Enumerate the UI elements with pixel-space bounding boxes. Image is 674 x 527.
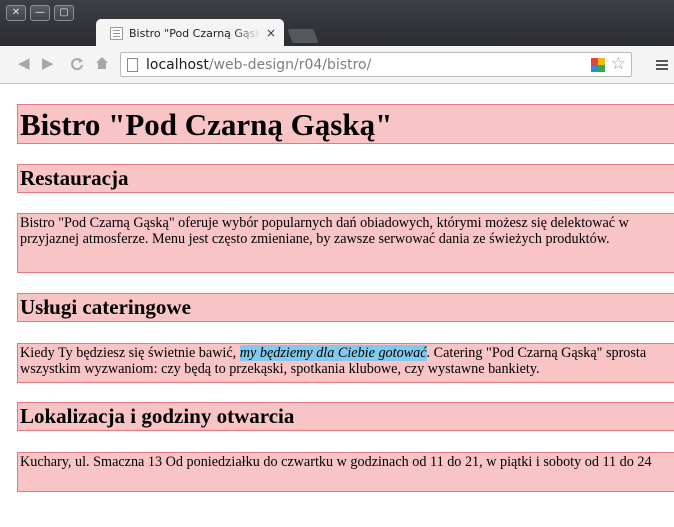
browser-tab[interactable]: Bistro "Pod Czarną Gąską" × — [96, 19, 284, 47]
back-icon[interactable]: ◀ — [18, 54, 30, 72]
tab-title: Bistro "Pod Czarną Gąską" — [129, 26, 260, 40]
url-host: localhost — [146, 56, 209, 73]
maximize-window-icon[interactable]: ▢ — [54, 5, 74, 21]
highlighted-phrase: my będziemy dla Ciebie gotować — [239, 345, 427, 361]
page-favicon-icon — [110, 26, 123, 40]
page-icon — [127, 57, 138, 72]
page-content: Bistro "Pod Czarną Gąską" Restauracja Bi… — [0, 85, 674, 527]
browser-toolbar: ◀ ▶ localhost/web-design/r04/bistro/ ☆ — [0, 46, 674, 84]
extension-icon[interactable] — [591, 58, 605, 72]
new-tab-button[interactable] — [287, 29, 319, 43]
url-path: /web-design/r04/bistro/ — [208, 56, 372, 73]
section-title-catering: Usługi cateringowe — [17, 293, 674, 322]
close-window-icon[interactable]: ✕ — [6, 5, 26, 21]
title-bar: ✕ — ▢ Bistro "Pod Czarną Gąską" × — [0, 0, 674, 47]
minimize-window-icon[interactable]: — — [30, 5, 50, 21]
tab-close-icon[interactable]: × — [266, 26, 276, 40]
section-title-location: Lokalizacja i godziny otwarcia — [17, 402, 674, 431]
section-title-restaurant: Restauracja — [17, 164, 674, 193]
window-controls: ✕ — ▢ — [6, 5, 74, 21]
star-icon[interactable]: ☆ — [611, 54, 626, 74]
address-bar[interactable]: localhost/web-design/r04/bistro/ ☆ — [120, 52, 632, 77]
section-text-restaurant: Bistro "Pod Czarną Gąską" oferuje wybór … — [17, 213, 674, 273]
page-title: Bistro "Pod Czarną Gąską" — [17, 104, 674, 144]
forward-icon[interactable]: ▶ — [42, 54, 54, 72]
reload-icon[interactable] — [70, 57, 84, 71]
catering-text-start: Kiedy Ty będziesz się świetnie bawić, — [20, 345, 240, 361]
section-text-catering: Kiedy Ty będziesz się świetnie bawić, my… — [17, 343, 674, 383]
home-icon[interactable] — [94, 55, 110, 71]
menu-icon[interactable] — [656, 60, 668, 72]
section-text-location: Kuchary, ul. Smaczna 13 Od poniedziałku … — [17, 452, 674, 492]
